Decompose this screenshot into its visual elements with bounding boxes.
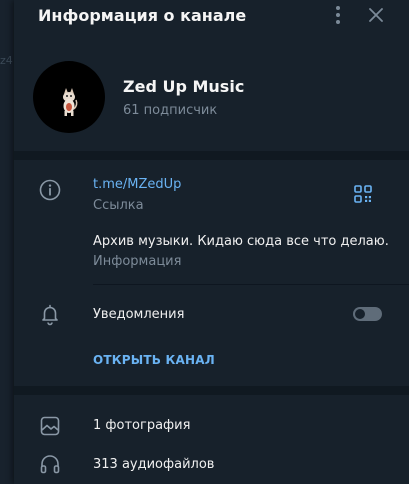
channel-info-panel: Информация о канале Zed Up Music 61 подп… — [14, 0, 409, 484]
section-separator — [14, 151, 409, 160]
open-channel-button[interactable]: ОТКРЫТЬ КАНАЛ — [93, 353, 215, 367]
image-icon — [38, 414, 62, 438]
background-chat-strip: z4 — [0, 0, 14, 484]
avatar[interactable] — [33, 61, 105, 133]
channel-description: Архив музыки. Кидаю сюда все что делаю. — [93, 234, 389, 249]
close-button[interactable] — [367, 6, 385, 24]
media-photos-label: 1 фотография — [93, 418, 191, 433]
media-audio-row[interactable]: 313 аудиофайлов — [14, 445, 409, 483]
more-menu-button[interactable] — [331, 4, 345, 26]
media-audio-label: 313 аудиофайлов — [93, 457, 215, 472]
vertical-dots-icon — [336, 6, 340, 10]
divider — [93, 284, 409, 285]
channel-profile: Zed Up Music 61 подписчик — [14, 34, 409, 151]
subscriber-count: 61 подписчик — [123, 103, 218, 118]
link-label: Ссылка — [93, 198, 144, 213]
channel-link[interactable]: t.me/MZedUp — [93, 177, 181, 192]
info-icon — [38, 178, 62, 202]
qr-code-icon[interactable] — [352, 183, 374, 205]
notifications-toggle[interactable] — [353, 307, 382, 321]
bell-icon — [38, 302, 62, 326]
close-icon — [369, 8, 383, 22]
toggle-knob — [354, 308, 366, 320]
panel-header: Информация о канале — [14, 0, 409, 34]
description-label: Информация — [93, 254, 182, 269]
notifications-label: Уведомления — [93, 307, 185, 322]
panel-title: Информация о канале — [38, 6, 247, 25]
background-chat-text: z4 — [0, 54, 13, 67]
headphones-icon — [38, 452, 62, 476]
section-separator — [14, 386, 409, 395]
channel-name: Zed Up Music — [123, 77, 245, 96]
cat-icon — [63, 88, 78, 116]
media-photos-row[interactable]: 1 фотография — [14, 407, 409, 445]
